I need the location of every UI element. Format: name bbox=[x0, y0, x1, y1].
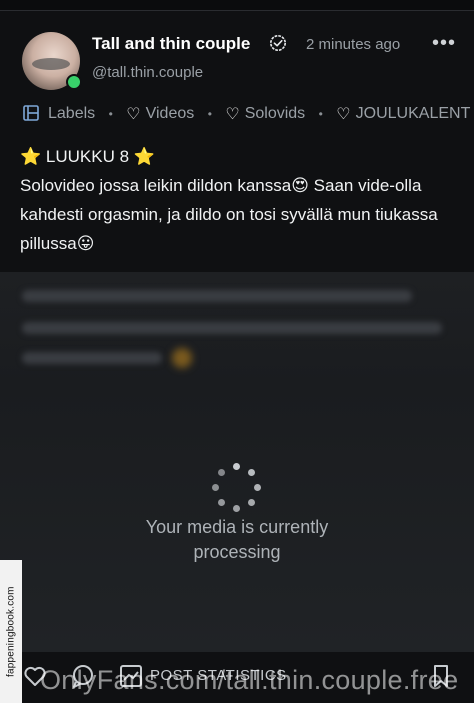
online-status-dot bbox=[66, 74, 82, 90]
blurred-text bbox=[22, 290, 412, 302]
post-text: ⭐ LUUKKU 8 ⭐ Solovideo jossa leikin dild… bbox=[20, 142, 460, 258]
labels-row: Labels • ♡ Videos • ♡ Solovids • ♡ JOULUKAL… bbox=[22, 104, 474, 128]
labels-icon bbox=[22, 104, 48, 124]
post-time: 2 minutes ago bbox=[306, 36, 401, 53]
loading-spinner-icon bbox=[212, 463, 262, 513]
post-text-title: ⭐ LUUKKU 8 ⭐ bbox=[20, 147, 155, 166]
author-name[interactable]: Tall and thin couple bbox=[92, 34, 250, 54]
blurred-text bbox=[22, 322, 442, 334]
label-videos[interactable]: ♡ Videos bbox=[126, 104, 194, 124]
heart-icon: ♡ bbox=[336, 106, 351, 123]
blurred-text bbox=[22, 352, 162, 364]
side-watermark: fappeningbook.com bbox=[0, 560, 22, 703]
bottom-watermark: OnlyFans.com/tall.thin.couple.free bbox=[40, 665, 459, 695]
post-text-body: Solovideo jossa leikin dildon kanssa😍 Sa… bbox=[20, 176, 438, 253]
labels-title[interactable]: Labels bbox=[48, 105, 95, 123]
label-joulukalenteri[interactable]: ♡ JOULUKALENT bbox=[336, 104, 470, 124]
verified-icon bbox=[269, 34, 287, 52]
media-processing-message: Your media is currently processing bbox=[145, 517, 329, 562]
more-options-icon[interactable]: ••• bbox=[432, 32, 456, 55]
heart-icon: ♡ bbox=[225, 106, 240, 123]
top-bar bbox=[0, 0, 474, 11]
heart-icon: ♡ bbox=[126, 106, 141, 123]
label-solovids[interactable]: ♡ Solovids bbox=[225, 104, 305, 124]
blurred-emoji bbox=[172, 348, 192, 368]
post-header: Tall and thin couple 2 minutes ago ••• @… bbox=[22, 28, 472, 98]
author-handle[interactable]: @tall.thin.couple bbox=[92, 64, 203, 81]
